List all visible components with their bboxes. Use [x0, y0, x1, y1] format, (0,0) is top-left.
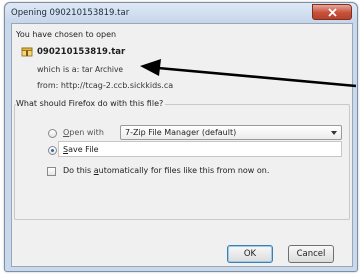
file-type-row: which is a: tar Archive — [37, 65, 123, 74]
window-title: Opening 090210153819.tar — [11, 8, 130, 18]
close-icon — [327, 7, 337, 17]
ok-button[interactable]: OK — [227, 245, 273, 263]
open-with-radio[interactable] — [48, 129, 57, 138]
action-group — [14, 104, 350, 220]
close-button[interactable] — [312, 4, 352, 20]
save-file-option-focus — [58, 141, 342, 157]
auto-action-checkbox[interactable] — [47, 167, 56, 176]
file-type-value: tar Archive — [81, 65, 124, 74]
file-type-label: which is a: — [37, 65, 80, 74]
file-source-row: from: http://tcag-2.ccb.sickkids.ca — [37, 81, 173, 90]
auto-action-label[interactable]: Do this automatically for files like thi… — [63, 166, 269, 175]
cancel-button[interactable]: Cancel — [288, 245, 334, 263]
action-question: What should Firefox do with this file? — [16, 99, 166, 108]
intro-text: You have chosen to open — [16, 30, 117, 39]
file-source-label: from: — [37, 81, 59, 90]
file-source-url: http://tcag-2.ccb.sickkids.ca — [60, 81, 174, 90]
chevron-down-icon — [331, 131, 337, 135]
open-with-label[interactable]: Open with — [63, 128, 104, 137]
save-file-label[interactable]: Save File — [63, 145, 99, 154]
file-name: 090210153819.tar — [37, 47, 126, 57]
open-with-app-select[interactable]: 7-Zip File Manager (default) — [120, 125, 342, 140]
dialog-body: You have chosen to open 090210153819.tar… — [11, 23, 353, 267]
open-with-app-value: 7-Zip File Manager (default) — [125, 128, 237, 137]
archive-file-icon — [21, 47, 33, 57]
download-dialog: Opening 090210153819.tar You have chosen… — [4, 2, 358, 272]
save-file-radio[interactable] — [48, 146, 57, 155]
title-bar[interactable]: Opening 090210153819.tar — [5, 3, 357, 23]
